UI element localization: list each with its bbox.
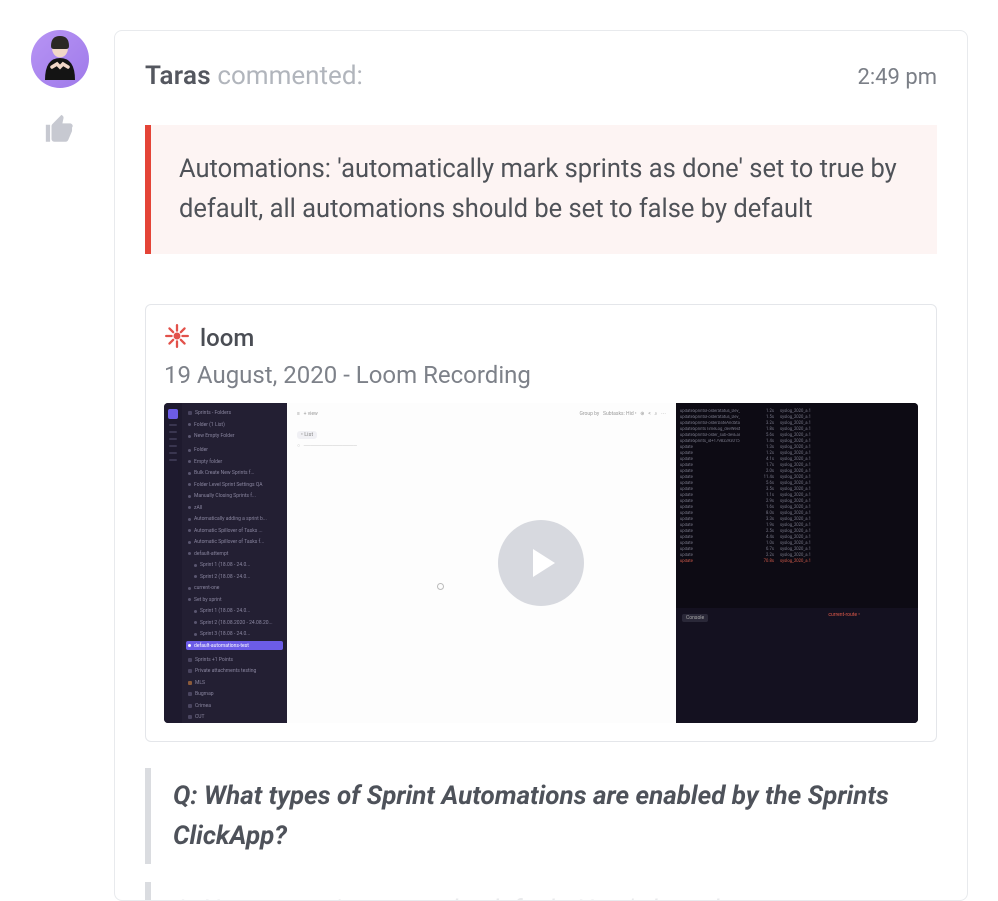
loom-brand-label: loom xyxy=(200,324,254,352)
comment-card: Taras commented: 2:49 pm Automations: 'a… xyxy=(114,30,968,901)
comment-action: commented: xyxy=(217,61,362,91)
like-button[interactable] xyxy=(43,112,77,146)
loom-logo-icon xyxy=(164,323,190,353)
qa-answer-partial: A: No automation are on by default. Here… xyxy=(145,882,937,900)
comment-time: 2:49 pm xyxy=(857,65,937,90)
play-button[interactable] xyxy=(498,520,584,606)
loom-video-thumbnail[interactable]: Sprints - Folders Folder (1 List) New Em… xyxy=(164,403,918,723)
loom-video-title: 19 August, 2020 - Loom Recording xyxy=(164,361,918,389)
avatar[interactable] xyxy=(31,30,89,88)
quoted-issue: Automations: 'automatically mark sprints… xyxy=(145,125,937,254)
qa-question: Q: What types of Sprint Automations are … xyxy=(145,768,937,865)
comment-author: Taras xyxy=(145,61,211,91)
loom-embed-card[interactable]: loom 19 August, 2020 - Loom Recording Sp… xyxy=(145,304,937,742)
